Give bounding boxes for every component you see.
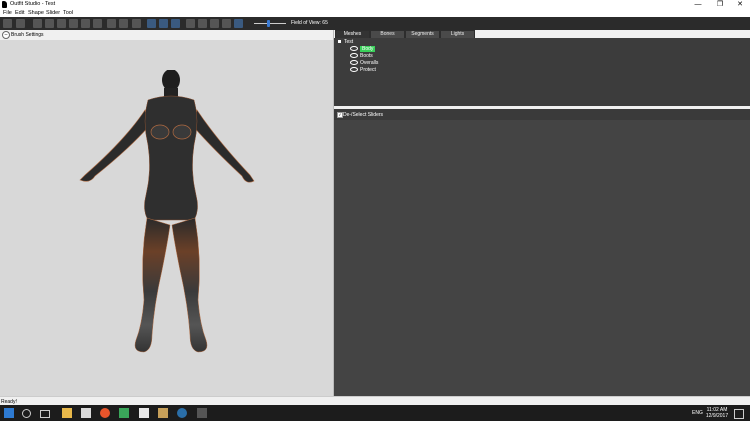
taskbar: ENG 11:02 AM 12/9/2017 bbox=[0, 405, 750, 421]
slider-list[interactable] bbox=[334, 120, 750, 396]
game-icon[interactable] bbox=[158, 408, 168, 418]
move-brush-icon[interactable] bbox=[93, 19, 102, 28]
mail-icon[interactable] bbox=[139, 408, 149, 418]
eye-icon[interactable] bbox=[350, 53, 358, 59]
tree-item-body[interactable]: Body bbox=[350, 46, 376, 52]
close-button[interactable]: ✕ bbox=[730, 0, 750, 9]
nvidia-icon[interactable] bbox=[119, 408, 129, 418]
window-title: Outfit Studio - Test bbox=[10, 1, 56, 7]
tree-item-overalls[interactable]: Overalls bbox=[350, 60, 378, 66]
transform-tool-icon[interactable] bbox=[119, 19, 128, 28]
tree-item-label: Body bbox=[360, 46, 376, 52]
tree-root-label: Test bbox=[344, 39, 354, 45]
menu-shape[interactable]: Shape bbox=[28, 10, 44, 16]
lighting-view-icon[interactable] bbox=[210, 19, 219, 28]
panel-tabs: Meshes Bones Segments Lights bbox=[334, 30, 750, 39]
tree-item-label: Protect bbox=[360, 67, 376, 73]
eye-icon[interactable] bbox=[350, 60, 358, 66]
outfit-studio-task-icon[interactable] bbox=[197, 408, 207, 418]
move-tool-icon[interactable] bbox=[16, 19, 25, 28]
mirror-x-icon[interactable] bbox=[147, 19, 156, 28]
search-icon[interactable] bbox=[22, 409, 31, 418]
color-view-icon[interactable] bbox=[234, 19, 243, 28]
menu-bar: File Edit Shape Slider Tool bbox=[0, 9, 750, 17]
mesh-panel: Meshes Bones Segments Lights Test Body B… bbox=[334, 30, 750, 106]
smooth-brush-icon[interactable] bbox=[81, 19, 90, 28]
tree-item-protect[interactable]: Protect bbox=[350, 67, 376, 73]
task-view-icon[interactable] bbox=[40, 410, 50, 418]
fov-label: Field of View: 65 bbox=[291, 20, 328, 26]
collapse-icon[interactable] bbox=[338, 40, 341, 44]
store-icon[interactable] bbox=[81, 408, 91, 418]
slider-header: ✓ De-/Select Sliders bbox=[334, 109, 750, 120]
title-bar: Outfit Studio - Test — ❐ ✕ bbox=[0, 0, 750, 9]
mask-brush-icon[interactable] bbox=[45, 19, 54, 28]
pivot-tool-icon[interactable] bbox=[132, 19, 141, 28]
tree-item-label: Overalls bbox=[360, 60, 379, 66]
menu-slider[interactable]: Slider bbox=[46, 10, 60, 16]
eye-icon[interactable] bbox=[350, 46, 358, 52]
deflate-brush-icon[interactable] bbox=[69, 19, 78, 28]
steam-icon[interactable] bbox=[177, 408, 187, 418]
windows-start-icon[interactable] bbox=[4, 408, 14, 418]
select-tool-icon[interactable] bbox=[3, 19, 12, 28]
maximize-button[interactable]: ❐ bbox=[710, 0, 730, 9]
clock[interactable]: 11:02 AM 12/9/2017 bbox=[704, 407, 730, 419]
menu-tool[interactable]: Tool bbox=[63, 10, 73, 16]
texture-view-icon[interactable] bbox=[222, 19, 231, 28]
minimize-button[interactable]: — bbox=[688, 0, 708, 9]
toolbar: Field of View: 65 bbox=[0, 17, 750, 30]
3d-viewport[interactable]: – Brush Settings bbox=[0, 30, 333, 396]
brush-tool-icon[interactable] bbox=[33, 19, 42, 28]
select-sliders-label: De-/Select Sliders bbox=[343, 112, 384, 118]
tree-root[interactable]: Test bbox=[338, 39, 353, 45]
file-explorer-icon[interactable] bbox=[62, 408, 72, 418]
notification-icon[interactable] bbox=[734, 409, 744, 419]
vertex-view-icon[interactable] bbox=[186, 19, 195, 28]
mirror-z-icon[interactable] bbox=[171, 19, 180, 28]
eye-icon[interactable] bbox=[350, 67, 358, 73]
weight-brush-icon[interactable] bbox=[107, 19, 116, 28]
menu-file[interactable]: File bbox=[3, 10, 12, 16]
outfit-studio-logo-icon bbox=[2, 1, 7, 8]
fov-slider[interactable] bbox=[254, 23, 286, 24]
slider-panel: ✓ De-/Select Sliders bbox=[334, 109, 750, 396]
inflate-brush-icon[interactable] bbox=[57, 19, 66, 28]
mirror-y-icon[interactable] bbox=[159, 19, 168, 28]
body-model bbox=[79, 70, 255, 353]
clock-date: 12/9/2017 bbox=[705, 413, 729, 419]
tree-item-boots[interactable]: Boots bbox=[350, 53, 373, 59]
fov-slider-thumb[interactable] bbox=[267, 20, 270, 27]
brush-settings-label: Brush Settings bbox=[11, 32, 44, 38]
menu-edit[interactable]: Edit bbox=[15, 10, 24, 16]
wireframe-view-icon[interactable] bbox=[198, 19, 207, 28]
brush-settings-toggle-icon[interactable]: – bbox=[2, 31, 10, 39]
brush-settings-header[interactable]: – Brush Settings bbox=[0, 30, 333, 40]
mesh-tree: Test Body Boots Overalls Protect bbox=[334, 38, 750, 106]
firefox-icon[interactable] bbox=[100, 408, 110, 418]
tree-item-label: Boots bbox=[360, 53, 373, 59]
input-language[interactable]: ENG bbox=[692, 410, 703, 416]
